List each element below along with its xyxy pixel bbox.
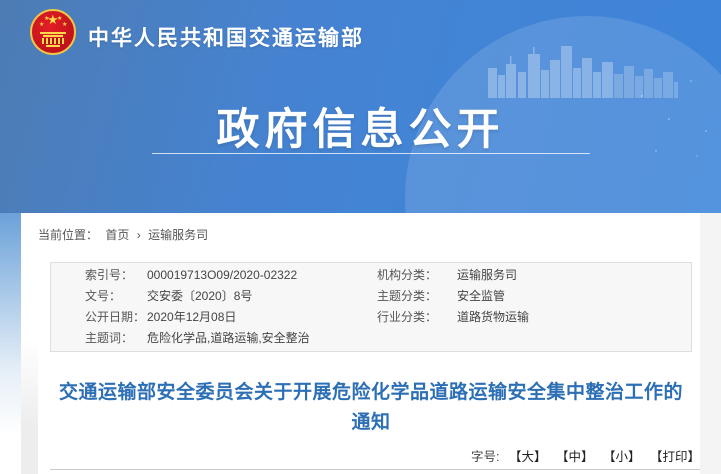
meta-label-docnum: 文号： bbox=[85, 286, 147, 307]
meta-value-topic: 安全监管 bbox=[457, 286, 691, 307]
meta-value-date: 2020年12月08日 bbox=[147, 307, 377, 328]
china-national-emblem-icon: ★ ★ ★ ★ ★ bbox=[30, 9, 76, 55]
left-gradient-strip bbox=[0, 213, 21, 474]
city-skyline-graphic bbox=[488, 42, 678, 98]
meta-value-docnum: 交安委〔2020〕8号 bbox=[147, 286, 377, 307]
font-size-label: 字号: bbox=[471, 450, 499, 464]
font-small-button[interactable]: 【小】 bbox=[603, 450, 641, 464]
page-title: 政府信息公开 bbox=[0, 95, 721, 157]
meta-value-keywords: 危险化学品,道路运输,安全整治 bbox=[147, 328, 377, 349]
breadcrumb-label: 当前位置： bbox=[38, 228, 98, 242]
breadcrumb-separator: › bbox=[137, 228, 141, 242]
meta-value-industry: 道路货物运输 bbox=[457, 307, 691, 328]
site-name[interactable]: 中华人民共和国交通运输部 bbox=[88, 22, 364, 52]
print-button[interactable]: 【打印】 bbox=[650, 450, 700, 464]
document-metadata-table: 索引号： 000019713O09/2020-02322 机构分类： 运输服务司… bbox=[50, 262, 692, 352]
meta-label-index: 索引号： bbox=[85, 265, 147, 286]
site-banner: ★ ★ ★ ★ ★ 中华人民共和国交通运输部 政府信息公开 bbox=[0, 0, 721, 213]
meta-value-org: 运输服务司 bbox=[457, 265, 691, 286]
breadcrumb-home-link[interactable]: 首页 bbox=[105, 228, 129, 242]
meta-label-date: 公开日期： bbox=[85, 307, 147, 328]
breadcrumb: 当前位置： 首页 › 运输服务司 bbox=[38, 226, 212, 243]
meta-label-org: 机构分类： bbox=[377, 265, 457, 286]
inner-gray-strip bbox=[21, 213, 38, 474]
document-title: 交通运输部安全委员会关于开展危险化学品道路运输安全集中整治工作的通知 bbox=[50, 378, 692, 439]
meta-label-keywords: 主题词： bbox=[85, 328, 147, 349]
font-medium-button[interactable]: 【中】 bbox=[556, 450, 594, 464]
meta-label-industry: 行业分类： bbox=[377, 307, 457, 328]
right-gray-strip bbox=[700, 213, 721, 474]
breadcrumb-section-link[interactable]: 运输服务司 bbox=[148, 228, 208, 242]
title-underline bbox=[152, 153, 590, 154]
meta-label-topic: 主题分类： bbox=[377, 286, 457, 307]
font-large-button[interactable]: 【大】 bbox=[509, 450, 547, 464]
meta-label-empty bbox=[377, 328, 457, 349]
meta-value-index: 000019713O09/2020-02322 bbox=[147, 265, 377, 286]
tiananmen-gate-glyph bbox=[42, 32, 64, 47]
meta-value-empty bbox=[457, 328, 691, 349]
font-size-toolbar: 字号: 【大】 【中】 【小】 【打印】 bbox=[50, 446, 700, 465]
content-divider bbox=[50, 469, 700, 470]
